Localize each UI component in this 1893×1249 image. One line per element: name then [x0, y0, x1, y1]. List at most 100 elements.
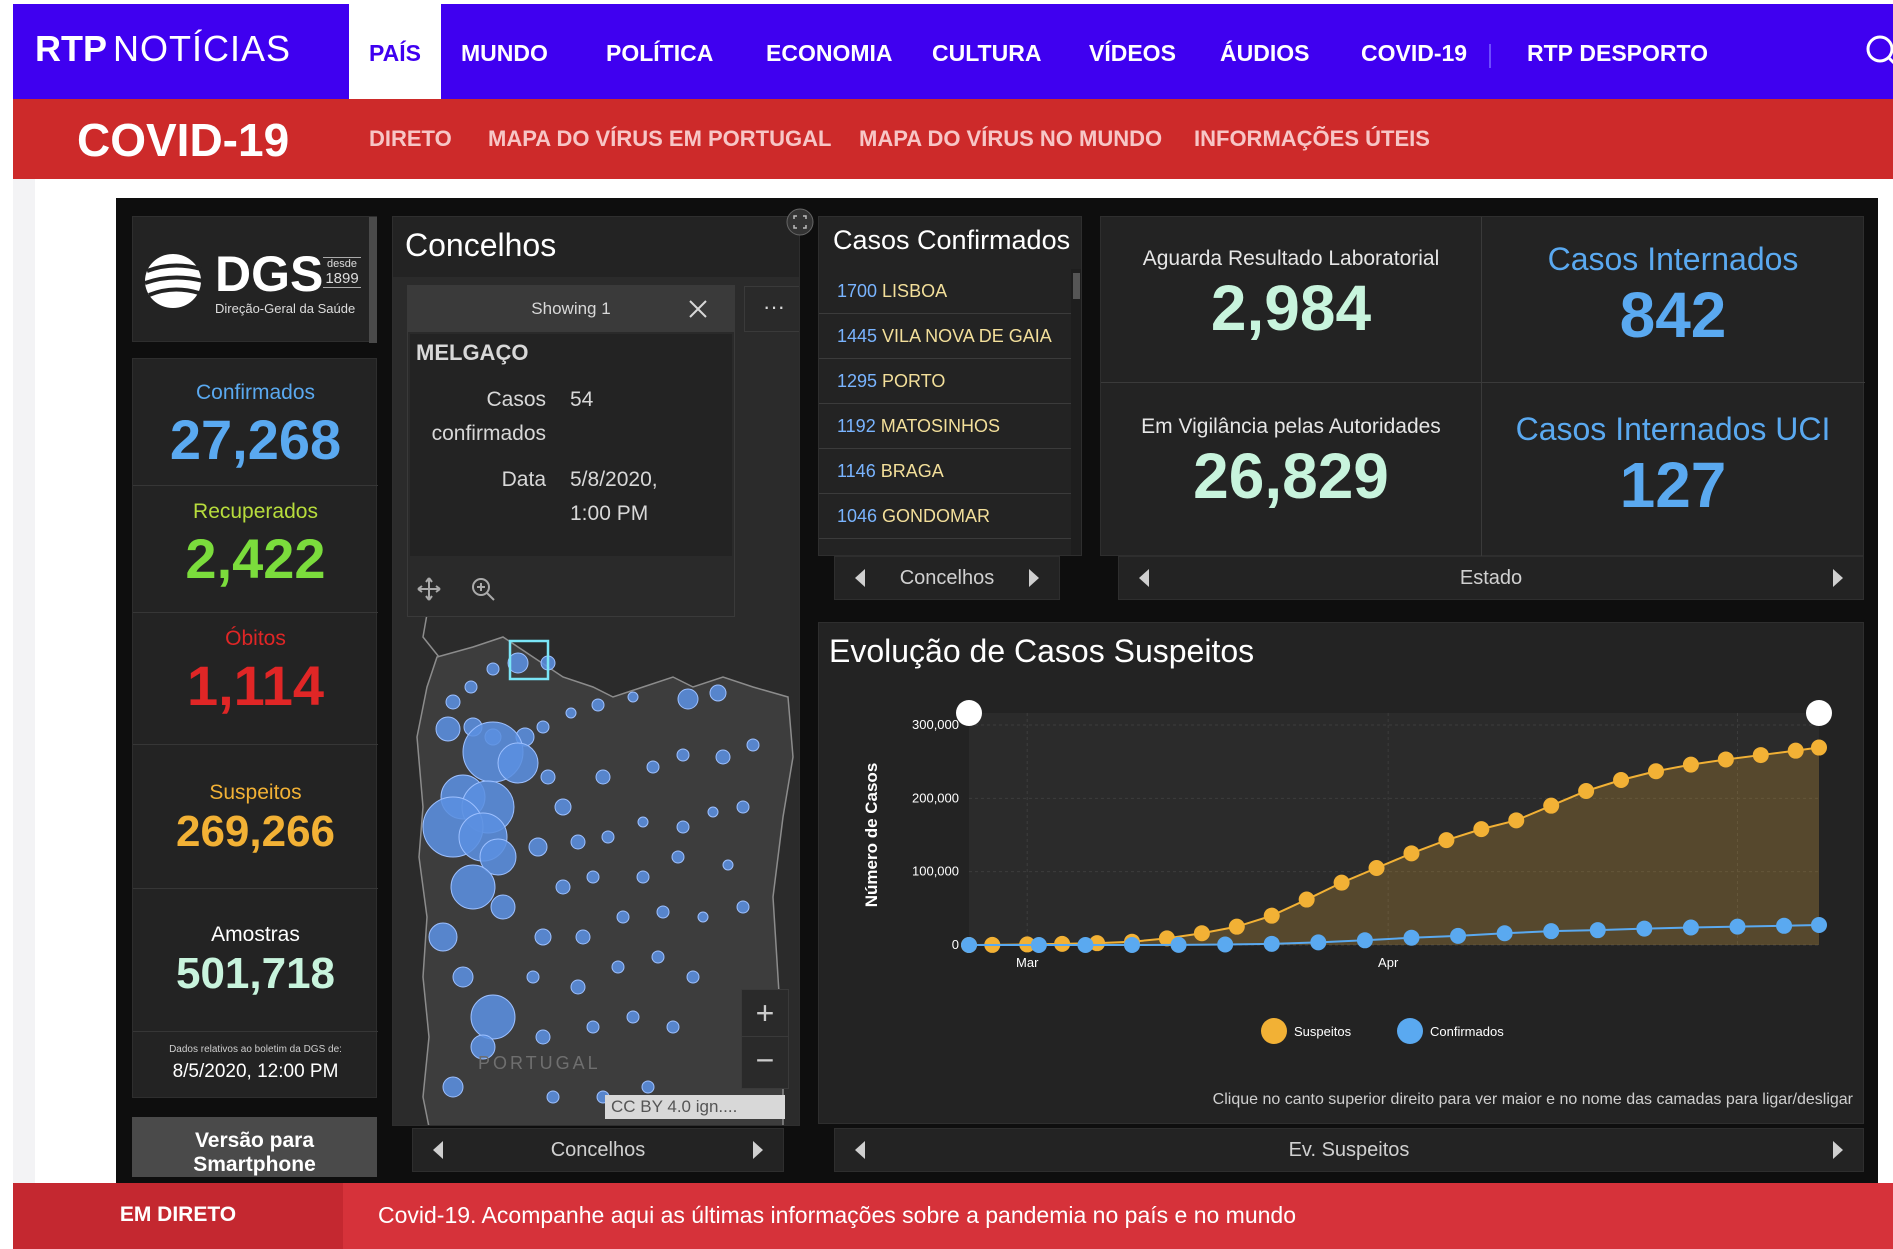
list-item[interactable]: 1192 MATOSINHOS — [819, 404, 1071, 449]
map-prev-arrow-icon[interactable] — [433, 1141, 443, 1159]
municipality-bubble[interactable] — [656, 905, 670, 919]
municipality-bubble[interactable] — [651, 950, 665, 964]
municipality-bubble[interactable] — [565, 707, 577, 719]
municipality-bubble[interactable] — [534, 928, 552, 946]
data-point-confirmados[interactable] — [1077, 936, 1094, 953]
data-point-suspeitos[interactable] — [1473, 821, 1490, 838]
cases-next-arrow-icon[interactable] — [1029, 569, 1039, 587]
live-ticker-bar[interactable]: EM DIRETO Covid-19. Acompanhe aqui as úl… — [13, 1183, 1893, 1249]
municipality-bubble[interactable] — [736, 900, 750, 914]
data-point-confirmados[interactable] — [1263, 935, 1280, 952]
nav-mundo[interactable]: MUNDO — [441, 4, 568, 99]
municipality-bubble[interactable] — [646, 760, 660, 774]
legend-marker[interactable] — [1261, 1018, 1287, 1044]
time-slider-end-handle[interactable] — [1806, 700, 1832, 726]
nav-covid-19[interactable]: COVID-19 — [1341, 4, 1487, 99]
nav-cultura[interactable]: CULTURA — [912, 4, 1061, 99]
municipality-bubble[interactable] — [601, 830, 615, 844]
legend-label[interactable]: Suspeitos — [1294, 1024, 1352, 1039]
data-point-confirmados[interactable] — [961, 937, 977, 953]
municipality-bubble[interactable] — [586, 1020, 600, 1034]
list-item[interactable]: 1445 VILA NOVA DE GAIA — [819, 314, 1071, 359]
municipality-bubble[interactable] — [722, 859, 734, 871]
data-point-confirmados[interactable] — [1403, 929, 1420, 946]
data-point-suspeitos[interactable] — [1752, 747, 1769, 764]
municipality-bubble[interactable] — [570, 834, 586, 850]
data-point-suspeitos[interactable] — [1263, 907, 1280, 924]
data-point-confirmados[interactable] — [1496, 925, 1513, 942]
data-point-suspeitos[interactable] — [1368, 860, 1385, 876]
municipality-bubble[interactable] — [486, 662, 500, 676]
municipality-bubble[interactable] — [428, 922, 458, 952]
subnav-mapa-mundo[interactable]: MAPA DO VÍRUS NO MUNDO — [859, 126, 1162, 152]
time-slider-start-handle[interactable] — [956, 700, 982, 726]
municipality-bubble[interactable] — [666, 1020, 680, 1034]
close-icon[interactable] — [688, 299, 708, 319]
data-point-suspeitos[interactable] — [1438, 832, 1455, 849]
kpi-prev-arrow-icon[interactable] — [1139, 569, 1149, 587]
legend-label[interactable]: Confirmados — [1430, 1024, 1504, 1039]
data-point-confirmados[interactable] — [1636, 920, 1653, 937]
nav-audios[interactable]: ÁUDIOS — [1200, 4, 1329, 99]
legend-marker[interactable] — [1397, 1018, 1423, 1044]
smartphone-version-button[interactable]: Versão para Smartphone — [132, 1117, 377, 1177]
data-point-suspeitos[interactable] — [1543, 797, 1560, 814]
dgs-scrollbar[interactable] — [369, 217, 377, 343]
data-point-confirmados[interactable] — [1682, 919, 1699, 936]
municipality-bubble[interactable] — [575, 929, 591, 945]
data-point-confirmados[interactable] — [1124, 936, 1141, 953]
municipality-bubble[interactable] — [586, 870, 600, 884]
nav-pais[interactable]: PAÍS — [349, 4, 441, 99]
data-point-confirmados[interactable] — [1310, 934, 1327, 951]
zoom-to-icon[interactable] — [470, 576, 496, 602]
municipality-bubble[interactable] — [435, 716, 461, 742]
municipality-bubble[interactable] — [591, 698, 605, 712]
data-point-suspeitos[interactable] — [1717, 751, 1734, 768]
nav-politica[interactable]: POLÍTICA — [586, 4, 733, 99]
map-panel[interactable]: PORTUGAL Concelhos Showing 1 ··· MELGAÇO… — [392, 216, 800, 1126]
municipality-bubble[interactable] — [554, 798, 572, 816]
municipality-bubble[interactable] — [442, 1076, 464, 1098]
data-point-suspeitos[interactable] — [1682, 756, 1699, 773]
data-point-confirmados[interactable] — [1811, 917, 1827, 934]
municipality-bubble[interactable] — [528, 837, 548, 857]
list-item[interactable]: 1700 LISBOA — [819, 269, 1071, 314]
municipality-bubble[interactable] — [452, 966, 474, 988]
data-point-confirmados[interactable] — [1729, 918, 1746, 935]
municipality-bubble[interactable] — [535, 1029, 551, 1045]
municipality-bubble[interactable] — [546, 1090, 560, 1104]
data-point-confirmados[interactable] — [1030, 936, 1047, 953]
municipality-bubble[interactable] — [686, 970, 700, 984]
nav-economia[interactable]: ECONOMIA — [746, 4, 913, 99]
list-item[interactable]: 1046 GONDOMAR — [819, 494, 1071, 539]
nav-rtp-desporto[interactable]: RTP DESPORTO — [1507, 4, 1728, 99]
municipality-bubble[interactable] — [626, 1010, 640, 1024]
data-point-confirmados[interactable] — [1543, 923, 1560, 940]
municipality-bubble[interactable] — [715, 749, 731, 765]
data-point-confirmados[interactable] — [1170, 936, 1187, 953]
map-popup[interactable]: Showing 1 ··· MELGAÇO Casos confirmados … — [407, 285, 799, 617]
municipality-bubble[interactable] — [736, 800, 750, 814]
pan-icon[interactable] — [416, 576, 442, 602]
live-ticker-text[interactable]: Covid-19. Acompanhe aqui as últimas info… — [378, 1183, 1296, 1249]
municipality-bubble[interactable] — [555, 879, 571, 895]
municipality-bubble[interactable] — [671, 850, 685, 864]
data-point-suspeitos[interactable] — [1193, 925, 1210, 942]
popup-more-button[interactable]: ··· — [744, 286, 799, 332]
data-point-suspeitos[interactable] — [1647, 763, 1664, 780]
nav-videos[interactable]: VÍDEOS — [1069, 4, 1196, 99]
chart-prev-arrow-icon[interactable] — [855, 1141, 865, 1159]
em-direto-label[interactable]: EM DIRETO — [13, 1183, 343, 1249]
municipality-bubble[interactable] — [536, 720, 550, 734]
rtp-noticias-logo[interactable]: RTP NOTÍCIAS — [35, 28, 291, 70]
municipality-bubble[interactable] — [526, 970, 540, 984]
municipality-bubble[interactable] — [627, 691, 639, 703]
subnav-direto[interactable]: DIRETO — [369, 126, 452, 152]
cases-scroll-thumb[interactable] — [1073, 273, 1080, 299]
municipality-bubble[interactable] — [595, 769, 611, 785]
municipality-bubble[interactable] — [676, 748, 690, 762]
subnav-mapa-portugal[interactable]: MAPA DO VÍRUS EM PORTUGAL — [488, 126, 831, 152]
data-point-confirmados[interactable] — [1450, 927, 1467, 944]
data-point-suspeitos[interactable] — [1298, 891, 1315, 908]
municipality-bubble[interactable] — [570, 979, 586, 995]
